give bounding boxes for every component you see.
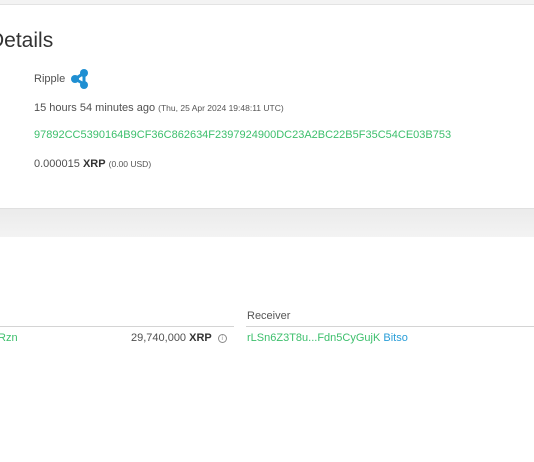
time-row: 15 hours 54 minutes ago (Thu, 25 Apr 202… — [34, 102, 284, 114]
transfer-amount: 29,740,000 XRP i — [131, 332, 227, 344]
section-separator — [0, 208, 534, 237]
receiver-column-header: Receiver — [247, 310, 291, 322]
amount-unit: XRP — [82, 158, 106, 170]
receiver-address-link[interactable]: rLSn6Z3T8u...Fdn5CyGujK — [247, 332, 380, 344]
info-icon[interactable]: i — [217, 333, 227, 343]
ripple-logo-icon — [69, 68, 91, 90]
column-divider-right — [246, 326, 534, 327]
amount-value: 0.000015 — [34, 158, 80, 170]
sender-address-link[interactable]: Rzn — [0, 332, 18, 344]
timestamp: (Thu, 25 Apr 2024 19:48:11 UTC) — [158, 103, 284, 113]
transaction-hash-link[interactable]: 97892CC5390164B9CF36C862634F2397924900DC… — [34, 129, 451, 141]
amount-row: 0.000015 XRP (0.00 USD) — [34, 158, 151, 170]
top-divider — [0, 0, 534, 5]
receiver-tag-link[interactable]: Bitso — [383, 332, 407, 344]
column-divider-left — [0, 326, 234, 327]
coin-row: Ripple — [34, 68, 91, 90]
amount-usd: (0.00 USD) — [108, 159, 152, 169]
transfer-amount-value: 29,740,000 — [131, 332, 187, 344]
transfer-amount-unit: XRP — [189, 332, 212, 344]
page-title: Details — [0, 29, 54, 52]
receiver-cell: rLSn6Z3T8u...Fdn5CyGujK Bitso — [247, 332, 408, 344]
coin-name: Ripple — [34, 73, 66, 85]
time-ago: 15 hours 54 minutes ago — [34, 102, 156, 114]
